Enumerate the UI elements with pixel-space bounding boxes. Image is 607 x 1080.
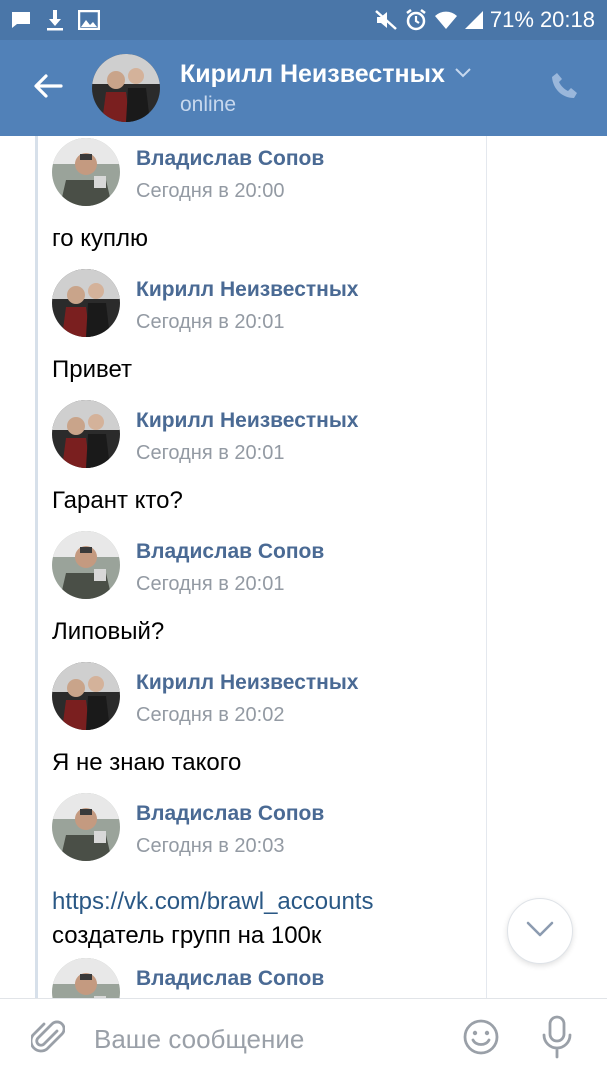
contact-name: Кирилл Неизвестных <box>180 59 445 88</box>
back-button[interactable] <box>18 58 78 118</box>
message-composer <box>0 998 607 1080</box>
message-text: Гарант кто? <box>52 487 183 514</box>
message-header: Кирилл Неизвестных Сегодня в 20:01 <box>52 269 492 337</box>
scroll-down-button[interactable] <box>507 898 573 964</box>
message-item[interactable]: Владислав Сопов Сегодня в 20:00 го куплю <box>52 138 492 256</box>
clock: 20:18 <box>539 7 595 32</box>
avatar[interactable] <box>52 400 120 468</box>
message-input[interactable] <box>94 1016 434 1063</box>
wifi-icon <box>434 10 458 30</box>
voice-message-button[interactable] <box>535 1015 579 1063</box>
message-time: Сегодня в 20:00 <box>136 180 285 202</box>
message-header: Кирилл Неизвестных Сегодня в 20:02 <box>52 662 492 730</box>
message-author[interactable]: Кирилл Неизвестных <box>136 408 358 434</box>
message-text: Привет <box>52 356 133 383</box>
message-header: Владислав Сопов Сегодня в 20:01 <box>52 531 492 599</box>
avatar[interactable] <box>52 531 120 599</box>
chat-header: Кирилл Неизвестных online <box>0 40 607 136</box>
chevron-down-icon <box>526 921 554 942</box>
paperclip-icon <box>29 1017 66 1062</box>
message-time: Сегодня в 20:01 <box>136 573 285 595</box>
message-item[interactable]: Владислав Сопов Сегодня в 20:01 Липовый? <box>52 531 492 649</box>
message-author[interactable]: Кирилл Неизвестных <box>136 670 358 696</box>
mute-icon <box>374 9 398 31</box>
message-header: Владислав Сопов <box>52 958 492 998</box>
emoji-icon <box>462 1018 500 1061</box>
attach-button[interactable] <box>24 1016 72 1064</box>
message-item[interactable]: Владислав Сопов Сегодня в 20:03 https://… <box>52 793 492 953</box>
message-time: Сегодня в 20:02 <box>136 704 285 726</box>
emoji-button[interactable] <box>459 1017 503 1061</box>
avatar[interactable] <box>52 793 120 861</box>
avatar[interactable] <box>52 138 120 206</box>
message-time: Сегодня в 20:03 <box>136 835 285 857</box>
message-header: Кирилл Неизвестных Сегодня в 20:01 <box>52 400 492 468</box>
download-icon <box>46 9 64 31</box>
chevron-down-icon <box>455 65 471 83</box>
message-author[interactable]: Владислав Сопов <box>136 539 324 565</box>
message-text: Липовый? <box>52 618 165 645</box>
battery-level: 71% <box>489 7 534 32</box>
message-text: го куплю <box>52 225 149 252</box>
message-time: Сегодня в 20:01 <box>136 442 285 464</box>
message-item[interactable]: Владислав Сопов <box>52 958 492 998</box>
message-icon <box>10 10 32 30</box>
message-author[interactable]: Владислав Сопов <box>136 966 324 992</box>
avatar[interactable] <box>52 958 120 998</box>
message-item[interactable]: Кирилл Неизвестных Сегодня в 20:01 Гаран… <box>52 400 492 518</box>
image-icon <box>78 10 100 30</box>
message-author[interactable]: Владислав Сопов <box>136 146 324 172</box>
message-author[interactable]: Владислав Сопов <box>136 801 324 827</box>
microphone-icon <box>541 1015 573 1064</box>
message-header: Владислав Сопов Сегодня в 20:03 <box>52 793 492 861</box>
message-text: Я не знаю такого <box>52 749 242 776</box>
status-bar: 71% 20:18 <box>0 0 607 40</box>
message-time: Сегодня в 20:01 <box>136 311 285 333</box>
header-avatar[interactable] <box>92 54 160 122</box>
message-header: Владислав Сопов Сегодня в 20:00 <box>52 138 492 206</box>
call-button[interactable] <box>545 68 585 108</box>
message-list[interactable]: Владислав Сопов Сегодня в 20:00 го куплю… <box>0 136 607 998</box>
status-left <box>10 9 100 31</box>
message-item[interactable]: Кирилл Неизвестных Сегодня в 20:02 Я не … <box>52 662 492 780</box>
avatar[interactable] <box>52 662 120 730</box>
back-arrow-icon <box>33 73 63 104</box>
contact-status: online <box>180 92 237 116</box>
message-link[interactable]: https://vk.com/brawl_accounts <box>52 885 492 919</box>
alarm-icon <box>404 8 428 32</box>
signal-icon <box>464 10 484 30</box>
status-right: 71% 20:18 <box>374 7 595 33</box>
message-item[interactable]: Кирилл Неизвестных Сегодня в 20:01 Приве… <box>52 269 492 387</box>
header-info[interactable]: Кирилл Неизвестных online <box>180 60 471 117</box>
message-author[interactable]: Кирилл Неизвестных <box>136 277 358 303</box>
phone-icon <box>550 71 580 106</box>
header-name-row: Кирилл Неизвестных <box>180 60 471 89</box>
message-text: создатель групп на 100к <box>52 922 322 949</box>
avatar[interactable] <box>52 269 120 337</box>
